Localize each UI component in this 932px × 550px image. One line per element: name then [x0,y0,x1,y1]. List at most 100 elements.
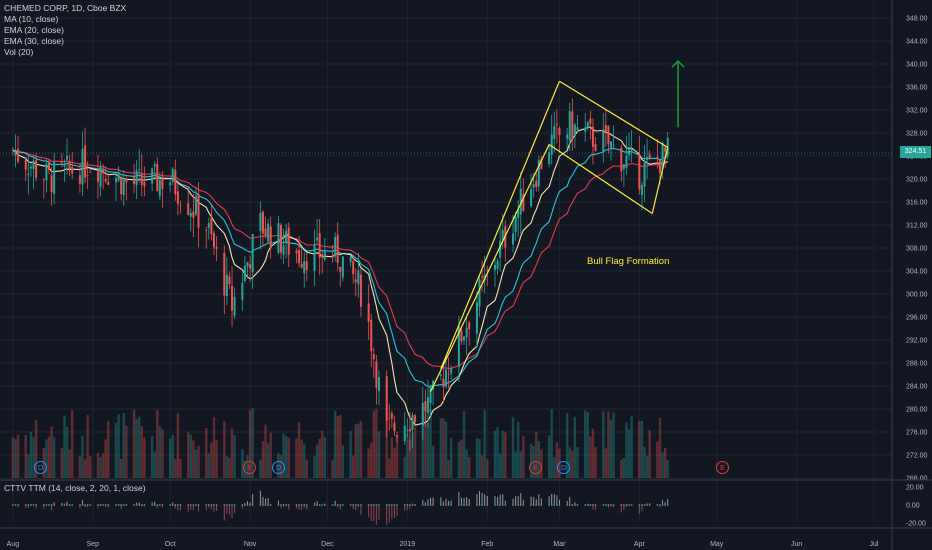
candle-body [176,191,179,205]
volume-bar [101,453,105,478]
volume-bar [393,447,396,478]
oscillator-dot [499,504,502,506]
candle-body [228,276,231,285]
candle-body [450,367,453,374]
earnings-event-marker[interactable]: E [243,461,256,474]
volume-bar [339,414,342,478]
candle-body [99,166,102,187]
candle-body [261,211,264,234]
volume-bar [16,434,20,478]
volume-bar [645,455,649,478]
earnings-event-marker[interactable]: E [529,461,542,474]
oscillator-dot [341,504,344,506]
volume-bar [568,447,571,478]
volume-bar [50,426,53,478]
oscillator-dot [367,504,370,506]
y-tick-label: 336.00 [906,85,928,92]
candle-body [192,211,195,218]
oscillator-dot [370,504,373,506]
oscillator-dot [158,504,161,506]
oscillator-dot [321,504,324,506]
volume-bar [264,424,267,478]
candle-body [233,296,236,316]
oscillator-dot [540,504,543,506]
volume-bar [359,420,363,478]
candle-body [584,127,587,132]
volume-bar [648,429,651,478]
candle-body [370,319,373,352]
candle-body [267,223,270,242]
oscillator-dot [594,504,597,506]
candle-body [27,173,30,175]
oscillator-dot [231,504,233,506]
y-tick-label: 328.00 [906,131,928,138]
oscillator-dot [532,504,535,506]
legend-ema30[interactable]: EMA (30, close) [4,36,126,47]
volume-bar [622,458,626,478]
candle-body [568,111,571,141]
oscillator-label[interactable]: CTTV TTM (14, close, 2, 20, 1, close) [4,483,146,493]
candle-body [158,179,161,197]
candle-body [251,234,254,273]
dividend-event-marker[interactable]: D [557,461,570,474]
candle-body [408,428,411,432]
volume-bar [321,430,324,478]
oscillator-dot [102,504,105,506]
candle-body [620,147,623,172]
oscillator-dot [156,504,159,506]
candle-body [205,229,208,231]
dividend-event-marker[interactable]: D [34,461,47,474]
oscillator-dot [574,504,576,506]
legend-ma10[interactable]: MA (10, close) [4,14,126,25]
oscillator-dot [225,504,228,506]
legend-title[interactable]: CHEMED CORP, 1D, Cboe BZX [4,3,126,14]
oscillator-dot [161,504,164,506]
oscillator-dot [295,504,298,506]
volume-bar [225,455,229,478]
y-tick-label: 344.00 [906,39,928,46]
legend-ema20[interactable]: EMA (20, close) [4,25,126,36]
price-chart[interactable]: 268.00 272.00 276.00 280.00 284.00 288.00 292.… [0,0,932,550]
volume-bar [297,422,301,478]
oscillator-dot [264,504,267,506]
oscillator-dot [421,504,424,506]
oscillator-dot [117,504,120,506]
candle-body [50,175,53,193]
volume-bar [114,422,118,478]
oscillator-dot [140,504,143,506]
oscillator-dot [568,504,571,506]
volume-bar [117,414,120,478]
volume-bar [303,443,306,478]
y-tick-label: 284.00 [906,384,928,391]
oscillator-dot [269,504,272,506]
volume-bar [576,446,579,478]
candle-body [411,415,414,430]
volume-bar [630,415,633,478]
candle-body [478,279,481,307]
oscillator-dot [207,504,210,506]
oscillator-dot [483,504,486,506]
oscillator-dot [396,504,398,506]
volume-bar [63,415,66,478]
earnings-event-marker[interactable]: E [716,461,729,474]
candle-body [215,246,218,249]
candle-body [640,185,643,195]
candle-body [442,378,445,388]
candle-body [646,157,649,161]
volume-bar [349,430,352,478]
oscillator-dot [84,504,86,506]
oscillator-dot [318,504,321,506]
volume-bar [640,420,644,478]
candle-body [628,149,631,156]
oscillator-dot [530,504,532,506]
candle-body [24,159,27,170]
candle-body [45,163,48,181]
volume-bar [259,459,262,478]
candle-body [555,123,558,125]
dividend-event-marker[interactable]: D [272,461,285,474]
candle-body [298,249,301,264]
volume-bar [594,446,597,478]
legend-vol[interactable]: Vol (20) [4,47,126,58]
candle-body [622,164,625,170]
candle-body [612,144,615,146]
